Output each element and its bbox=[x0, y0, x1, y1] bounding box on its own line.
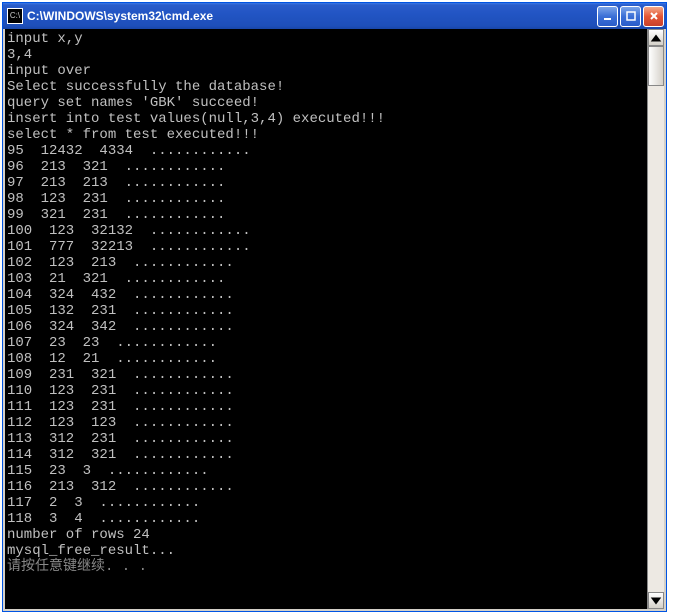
console-line: 3,4 bbox=[7, 47, 647, 63]
console-line: Select successfully the database! bbox=[7, 79, 647, 95]
console-line: 102 123 213 ............ bbox=[7, 255, 647, 271]
console-line: 95 12432 4334 ............ bbox=[7, 143, 647, 159]
console-line: 100 123 32132 ............ bbox=[7, 223, 647, 239]
console-line: number of rows 24 bbox=[7, 527, 647, 543]
console-line: 97 213 213 ............ bbox=[7, 175, 647, 191]
client-area: input x,y3,4input overSelect successfull… bbox=[3, 29, 666, 611]
console-line: 118 3 4 ............ bbox=[7, 511, 647, 527]
scroll-thumb[interactable] bbox=[648, 46, 664, 86]
console-line: query set names 'GBK' succeed! bbox=[7, 95, 647, 111]
vertical-scrollbar bbox=[647, 29, 664, 609]
console-line: 107 23 23 ............ bbox=[7, 335, 647, 351]
console-line: 104 324 432 ............ bbox=[7, 287, 647, 303]
console-output[interactable]: input x,y3,4input overSelect successfull… bbox=[5, 29, 647, 609]
console-line: 103 21 321 ............ bbox=[7, 271, 647, 287]
window-title: C:\WINDOWS\system32\cmd.exe bbox=[27, 9, 597, 23]
window-controls bbox=[597, 6, 664, 27]
minimize-button[interactable] bbox=[597, 6, 618, 27]
console-line: 109 231 321 ............ bbox=[7, 367, 647, 383]
console-line: 113 312 231 ............ bbox=[7, 431, 647, 447]
scroll-down-button[interactable] bbox=[648, 592, 664, 609]
console-line: mysql_free_result... bbox=[7, 543, 647, 559]
press-any-key-prompt: 请按任意键继续. . . bbox=[7, 559, 647, 575]
close-button[interactable] bbox=[643, 6, 664, 27]
console-line: 114 312 321 ............ bbox=[7, 447, 647, 463]
console-line: insert into test values(null,3,4) execut… bbox=[7, 111, 647, 127]
console-line: 105 132 231 ............ bbox=[7, 303, 647, 319]
console-line: 115 23 3 ............ bbox=[7, 463, 647, 479]
titlebar[interactable]: C:\ C:\WINDOWS\system32\cmd.exe bbox=[3, 3, 666, 29]
console-line: select * from test executed!!! bbox=[7, 127, 647, 143]
console-line: 117 2 3 ............ bbox=[7, 495, 647, 511]
console-line: input x,y bbox=[7, 31, 647, 47]
console-line: 110 123 231 ............ bbox=[7, 383, 647, 399]
scroll-up-button[interactable] bbox=[648, 29, 664, 46]
console-line: 98 123 231 ............ bbox=[7, 191, 647, 207]
console-line: 111 123 231 ............ bbox=[7, 399, 647, 415]
cmd-window: C:\ C:\WINDOWS\system32\cmd.exe input x,… bbox=[2, 2, 667, 612]
scroll-track[interactable] bbox=[648, 46, 664, 592]
maximize-button[interactable] bbox=[620, 6, 641, 27]
console-line: 108 12 21 ............ bbox=[7, 351, 647, 367]
console-line: 112 123 123 ............ bbox=[7, 415, 647, 431]
console-line: 106 324 342 ............ bbox=[7, 319, 647, 335]
console-line: 99 321 231 ............ bbox=[7, 207, 647, 223]
console-line: 116 213 312 ............ bbox=[7, 479, 647, 495]
console-line: 96 213 321 ............ bbox=[7, 159, 647, 175]
console-line: input over bbox=[7, 63, 647, 79]
cmd-icon: C:\ bbox=[7, 8, 23, 24]
console-line: 101 777 32213 ............ bbox=[7, 239, 647, 255]
